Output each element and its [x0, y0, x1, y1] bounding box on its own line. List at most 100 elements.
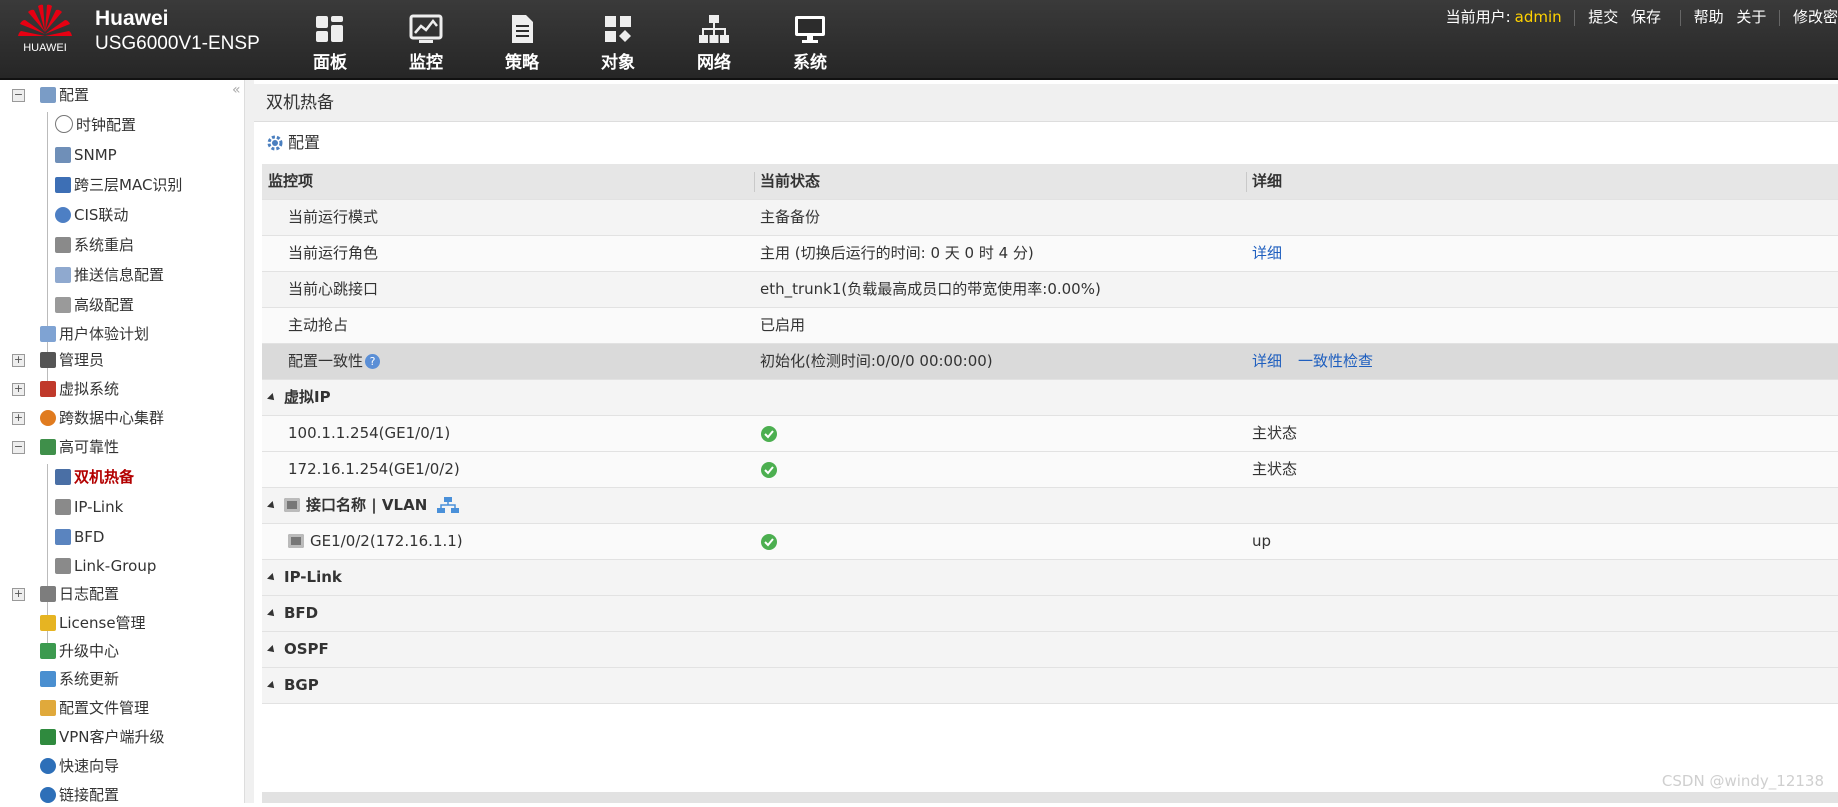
sidebar-item-linkgroup[interactable]: Link-Group [55, 554, 156, 578]
nav-system[interactable]: 系统 [774, 12, 846, 73]
sidebar-item-bfd-label: BFD [74, 528, 105, 546]
brand-name: Huawei [95, 7, 169, 30]
nav-policy[interactable]: 策略 [486, 12, 558, 73]
nav-object-label: 对象 [601, 53, 635, 73]
sidebar-item-push[interactable]: 推送信息配置 [55, 263, 164, 287]
sidebar-item-vpn[interactable]: VPN客户端升级 [40, 725, 165, 749]
expand-triangle-icon [267, 681, 277, 691]
sidebar-item-wizard[interactable]: 快速向导 [40, 754, 119, 778]
sidebar-item-dc-cluster-label: 跨数据中心集群 [59, 409, 165, 427]
help-link[interactable]: 帮助 [1694, 8, 1724, 26]
nav-system-label: 系统 [793, 53, 827, 73]
row-label: 当前运行模式 [288, 208, 379, 226]
sidebar-item-clock[interactable]: 时钟配置 [55, 113, 136, 137]
nav-monitor[interactable]: 监控 [390, 12, 462, 73]
about-link[interactable]: 关于 [1736, 8, 1766, 26]
submit-link[interactable]: 提交 [1588, 8, 1618, 26]
row-detail: 主状态 [1252, 424, 1298, 442]
sidebar-item-iplink[interactable]: IP-Link [55, 495, 123, 519]
reboot-icon [55, 237, 71, 253]
interface-icon [284, 498, 300, 512]
row-status: eth_trunk1(负载最高成员口的带宽使用率:0.00%) [760, 280, 1101, 298]
change-password-link[interactable]: 修改密 [1793, 8, 1838, 26]
collapse-sidebar-icon[interactable]: « [232, 82, 241, 98]
check-circle-icon [761, 425, 777, 442]
sidebar-item-ux[interactable]: 用户体验计划 [40, 322, 149, 346]
nav-object[interactable]: 对象 [582, 12, 654, 73]
sidebar-item-vsys-label: 虚拟系统 [59, 380, 120, 398]
row-status: 已启用 [760, 316, 806, 334]
sidebar-item-cis-label: CIS联动 [74, 206, 129, 224]
section-header-interface[interactable]: 接口名称 | VLAN [262, 488, 1838, 524]
row-detail: 主状态 [1252, 460, 1298, 478]
sidebar-item-bfd[interactable]: BFD [55, 525, 104, 549]
section-header-bfd[interactable]: BFD [262, 596, 1838, 632]
folder-icon [40, 700, 56, 716]
grid-header: 监控项 当前状态 详细 [262, 164, 1838, 200]
mac-icon [55, 177, 71, 193]
section-header-bgp[interactable]: BGP [262, 668, 1838, 704]
section-header-vip[interactable]: 虚拟IP [262, 380, 1838, 416]
system-update-icon [40, 671, 56, 687]
license-icon [40, 615, 56, 631]
consistency-check-link[interactable]: 一致性检查 [1298, 352, 1373, 370]
expand-triangle-icon [267, 573, 277, 583]
sidebar-item-license[interactable]: License管理 [40, 611, 146, 635]
collapse-icon[interactable]: − [12, 441, 25, 454]
high-availability-icon [40, 439, 56, 455]
horizontal-scrollbar[interactable] [262, 792, 1838, 803]
sidebar-item-hrp[interactable]: 双机热备 [55, 465, 134, 489]
sidebar-item-advanced[interactable]: 高级配置 [55, 293, 134, 317]
expand-icon[interactable]: + [12, 354, 25, 367]
sidebar-item-log-label: 日志配置 [59, 585, 120, 603]
sidebar-item-link[interactable]: 链接配置 [40, 783, 119, 807]
page-title: 双机热备 [254, 84, 1838, 122]
section-header-iplink[interactable]: IP-Link [262, 560, 1838, 596]
sidebar: « − 配置 时钟配置 SNMP 跨三层MAC识别 CIS联动 系统重启 推送信息… [0, 80, 245, 804]
expand-icon[interactable]: + [12, 588, 25, 601]
check-circle-icon [761, 461, 777, 478]
current-user-name: admin [1514, 8, 1562, 26]
nav-network-label: 网络 [697, 53, 731, 73]
network-icon [699, 15, 729, 43]
sidebar-item-reboot[interactable]: 系统重启 [55, 233, 134, 257]
check-circle-icon [761, 533, 777, 550]
nav-dashboard[interactable]: 面板 [294, 12, 366, 73]
column-header-detail: 详细 [1252, 172, 1283, 190]
sidebar-item-upgrade[interactable]: 升级中心 [40, 639, 119, 663]
sidebar-item-update[interactable]: 系统更新 [40, 667, 119, 691]
table-row: 100.1.1.254(GE1/0/1) 主状态 [262, 416, 1838, 452]
expand-icon[interactable]: + [12, 412, 25, 425]
expand-icon[interactable]: + [12, 383, 25, 396]
hot-standby-icon [55, 469, 71, 485]
nav-monitor-label: 监控 [409, 53, 443, 73]
row-label: 100.1.1.254(GE1/0/1) [288, 424, 451, 442]
top-bar: HUAWEI Huawei USG6000V1-ENSP 面板 监控 策略 对象… [0, 0, 1838, 80]
sidebar-item-wizard-label: 快速向导 [59, 757, 120, 775]
section-header-ospf[interactable]: OSPF [262, 632, 1838, 668]
sidebar-item-cis[interactable]: CIS联动 [55, 203, 128, 227]
config-icon [40, 87, 56, 103]
nav-network[interactable]: 网络 [678, 12, 750, 73]
sidebar-item-cfgfile[interactable]: 配置文件管理 [40, 696, 149, 720]
link-config-icon [40, 787, 56, 803]
sidebar-item-mac[interactable]: 跨三层MAC识别 [55, 173, 182, 197]
config-button[interactable]: 配置 [266, 130, 320, 156]
object-icon [605, 16, 631, 42]
virtual-system-icon [40, 381, 56, 397]
table-row: GE1/0/2(172.16.1.1) up [262, 524, 1838, 560]
consistency-detail-link[interactable]: 详细 [1252, 352, 1282, 370]
collapse-icon[interactable]: − [12, 89, 25, 102]
help-icon[interactable]: ? [365, 354, 381, 369]
section-title: 接口名称 | VLAN [306, 496, 428, 514]
role-detail-link[interactable]: 详细 [1252, 244, 1282, 262]
row-detail: up [1252, 532, 1272, 550]
save-link[interactable]: 保存 [1631, 8, 1661, 26]
link-group-icon [55, 558, 71, 574]
table-row: 主动抢占 已启用 [262, 308, 1838, 344]
column-separator [1246, 172, 1247, 192]
sidebar-item-link-label: 链接配置 [59, 786, 120, 804]
sidebar-item-advanced-label: 高级配置 [74, 296, 135, 314]
watermark: CSDN @windy_12138 [1661, 772, 1824, 790]
sidebar-item-snmp[interactable]: SNMP [55, 143, 117, 167]
